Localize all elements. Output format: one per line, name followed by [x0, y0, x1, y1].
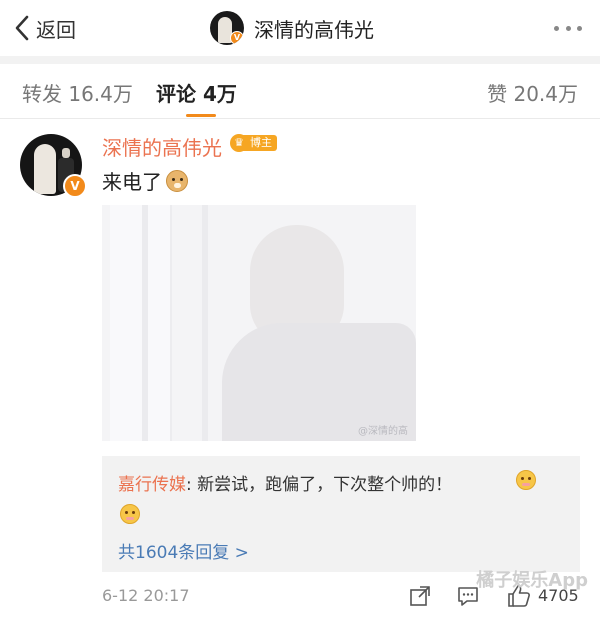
avatar-figure: [34, 144, 56, 194]
photo-window-bar: [202, 205, 208, 441]
share-icon[interactable]: [408, 584, 432, 608]
tab-bar: 转发 16.4万 评论 4万 赞 20.4万: [0, 64, 600, 119]
header-user[interactable]: V 深情的高伟光: [210, 10, 374, 46]
photo-window-bar: [142, 205, 148, 441]
doge-emoji-icon: [166, 169, 188, 192]
crown-icon: ♛: [230, 134, 248, 152]
more-options-icon[interactable]: [554, 16, 582, 40]
comment-author[interactable]: 深情的高伟光: [102, 132, 222, 161]
comment-timestamp: 6-12 20:17: [102, 586, 190, 605]
chevron-left-icon: [15, 15, 29, 41]
tab-likes[interactable]: 赞 20.4万: [487, 78, 578, 107]
more-dot: [577, 25, 582, 31]
header-username[interactable]: 深情的高伟光: [254, 14, 374, 43]
tab-comments[interactable]: 评论 4万: [156, 78, 237, 107]
replies-box[interactable]: 嘉行传媒: 新尝试，跑偏了，下次整个帅的！ 共1604条回复 >: [102, 456, 580, 572]
header-avatar[interactable]: V: [210, 11, 244, 45]
photo-window-frame: [110, 205, 172, 441]
back-button[interactable]: 返回: [14, 10, 76, 46]
comment-text-body: 来电了: [102, 170, 162, 194]
app-watermark: 橘子娱乐App: [476, 570, 588, 591]
reply-item: 嘉行传媒: 新尝试，跑偏了，下次整个帅的！: [118, 470, 452, 495]
more-dot: [554, 25, 559, 31]
blogger-badge: ♛ 博主: [230, 134, 277, 152]
view-all-replies-link[interactable]: 共1604条回复 >: [118, 538, 249, 563]
photo-watermark: @深情的高: [358, 426, 408, 437]
cute-face-emoji-icon: [516, 470, 536, 490]
comment-photo[interactable]: @深情的高: [102, 205, 416, 441]
verified-icon: V: [230, 31, 244, 45]
active-tab-indicator: [186, 114, 216, 117]
verified-icon: V: [63, 174, 87, 198]
top-navigation-bar: 返回 V 深情的高伟光: [0, 0, 600, 56]
reply-text: : 新尝试，跑偏了，下次整个帅的！: [186, 475, 453, 495]
tab-repost[interactable]: 转发 16.4万: [22, 78, 133, 107]
cute-face-emoji-icon: [120, 504, 140, 524]
comment-text: 来电了: [102, 166, 188, 195]
back-label: 返回: [36, 17, 76, 42]
section-divider: [0, 56, 600, 64]
more-dot: [565, 25, 571, 31]
avatar-figure-head: [62, 148, 70, 158]
reply-author[interactable]: 嘉行传媒: [118, 475, 186, 495]
